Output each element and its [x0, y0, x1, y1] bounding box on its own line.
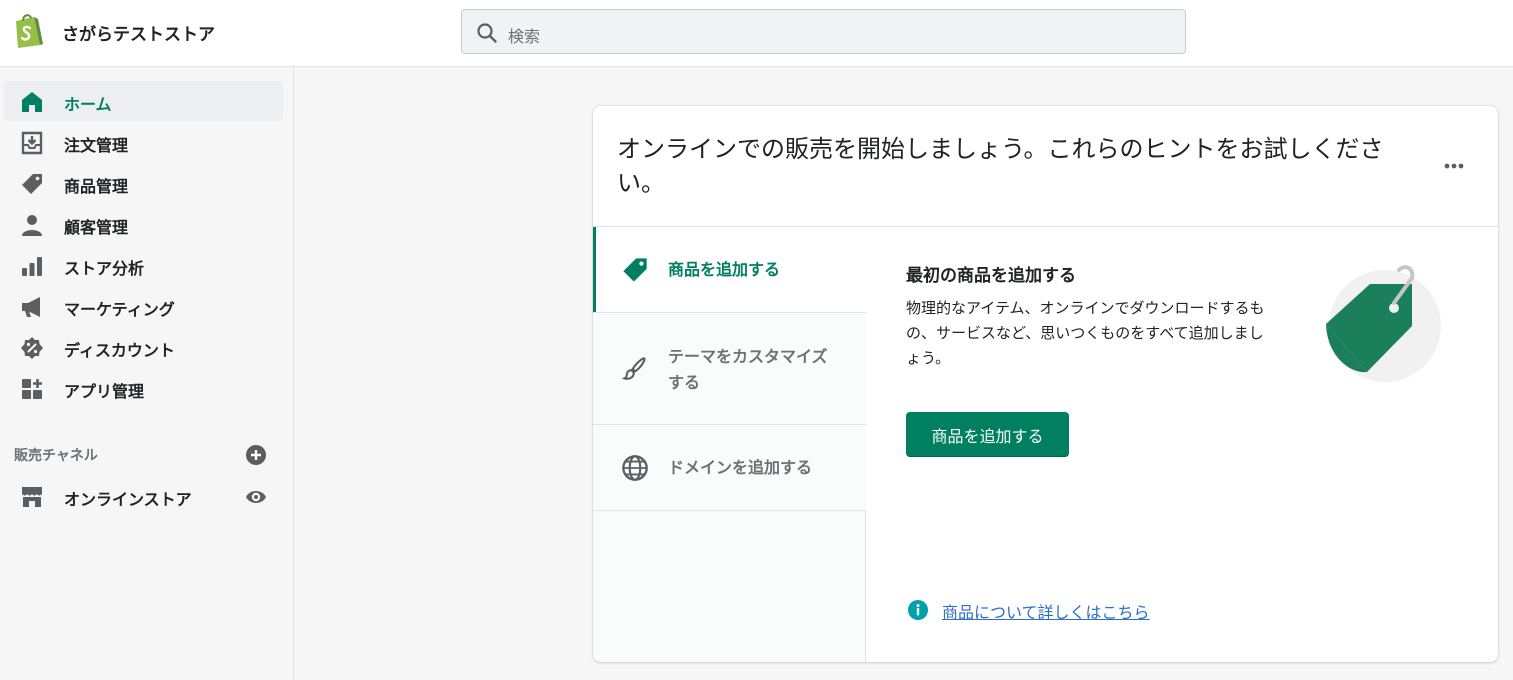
sidebar-item-label: オンラインストア: [64, 490, 192, 509]
sidebar-item-customers[interactable]: 顧客管理: [4, 204, 283, 244]
globe-icon: [622, 455, 648, 481]
sidebar-item-marketing[interactable]: マーケティング: [4, 286, 283, 326]
sidebar-item-orders[interactable]: 注文管理: [4, 122, 283, 162]
eye-icon[interactable]: [245, 486, 267, 508]
shopify-logo-icon[interactable]: [12, 12, 44, 48]
orders-icon: [21, 131, 43, 155]
sidebar-item-label: アプリ管理: [64, 382, 145, 401]
sidebar-item-discounts[interactable]: ディスカウント: [4, 327, 283, 367]
apps-icon: [22, 379, 42, 399]
store-name[interactable]: さがらテストストア: [62, 20, 215, 45]
sidebar-item-analytics[interactable]: ストア分析: [4, 245, 283, 285]
sidebar-item-apps[interactable]: アプリ管理: [4, 368, 283, 408]
add-sales-channel-icon[interactable]: [245, 444, 267, 466]
sidebar-item-label: 商品管理: [64, 177, 129, 196]
search-placeholder: 検索: [508, 27, 541, 46]
analytics-icon: [22, 257, 42, 276]
tab-add-domain[interactable]: ドメインを追加する: [593, 425, 866, 511]
tag-icon: [22, 174, 42, 194]
search-input[interactable]: 検索: [461, 9, 1186, 54]
top-bar: さがらテストストア 検索: [0, 0, 1513, 67]
learn-more-link[interactable]: 商品について詳しくはこちら: [942, 599, 1150, 623]
add-product-button[interactable]: 商品を追加する: [906, 412, 1069, 457]
tab-label: ドメインを追加する: [668, 458, 813, 477]
person-icon: [22, 215, 42, 236]
search-icon: [477, 23, 497, 43]
sidebar-item-label: 顧客管理: [64, 218, 129, 237]
sidebar-item-label: ホーム: [64, 95, 112, 114]
info-icon: [908, 600, 928, 620]
tab-label: テーマをカスタマイズする: [668, 347, 828, 392]
sidebar-item-label: ディスカウント: [64, 341, 175, 360]
megaphone-icon: [22, 297, 40, 317]
sidebar-item-label: ストア分析: [64, 259, 145, 278]
store-icon: [22, 487, 42, 507]
tab-label: 商品を追加する: [668, 260, 781, 279]
product-tag-illustration: [1326, 265, 1441, 382]
tab-customize-theme[interactable]: テーマをカスタマイズする: [593, 313, 866, 425]
sidebar-item-home[interactable]: ホーム: [4, 81, 283, 121]
sales-channels-title: 販売チャネル: [14, 448, 98, 464]
detail-title: 最初の商品を追加する: [906, 266, 1076, 286]
discount-icon: [21, 337, 43, 359]
tab-add-product[interactable]: 商品を追加する: [593, 227, 866, 313]
tag-icon: [623, 258, 647, 282]
more-options-icon[interactable]: [1439, 156, 1469, 176]
setup-guide-card: オンラインでの販売を開始しましょう。これらのヒントをお試しください。 商品を追加…: [593, 106, 1498, 662]
home-icon: [22, 92, 42, 112]
sidebar-item-products[interactable]: 商品管理: [4, 163, 283, 203]
sidebar-item-online-store[interactable]: オンラインストア: [4, 476, 283, 516]
card-title: オンラインでの販売を開始しましょう。これらのヒントをお試しください。: [617, 135, 1384, 197]
setup-tabs: 商品を追加する テーマをカスタマイズする ドメインを追加する: [593, 227, 866, 662]
detail-description: 物理的なアイテム、オンラインでダウンロードするもの、サービスなど、思いつくものを…: [906, 299, 1265, 367]
sidebar-item-label: マーケティング: [64, 300, 175, 319]
brush-icon: [621, 357, 646, 380]
sidebar: ホーム 注文管理 商品管理 顧客管理 ストア分析 マーケティング ディスカウント…: [0, 67, 294, 680]
sidebar-item-label: 注文管理: [64, 136, 129, 155]
